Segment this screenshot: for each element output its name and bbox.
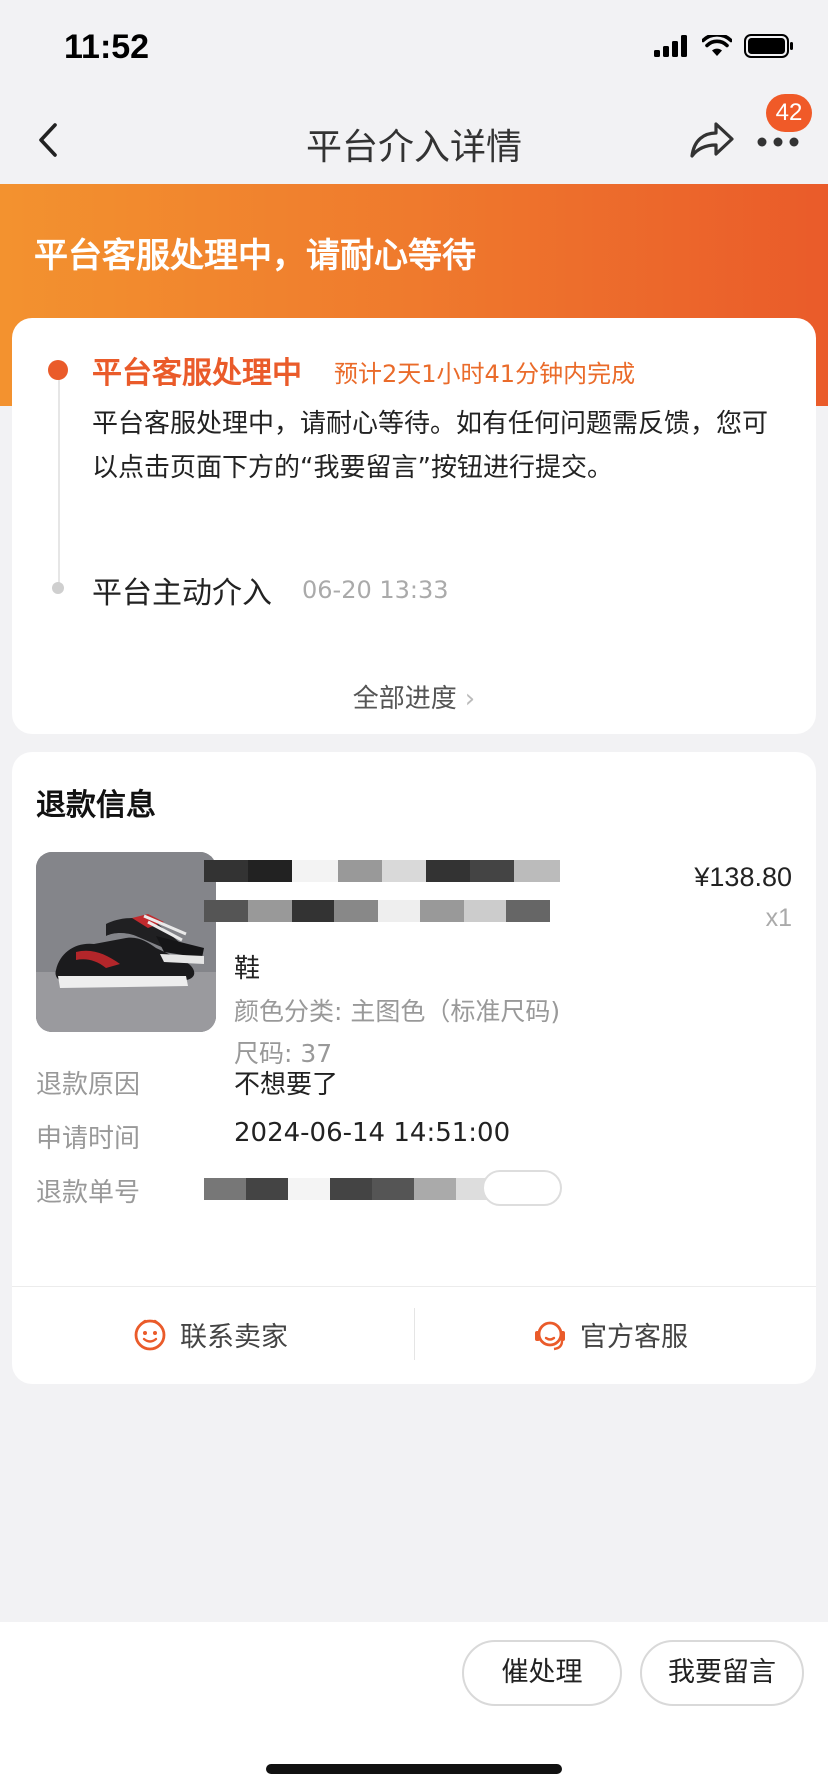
status-time: 11:52 bbox=[64, 28, 150, 66]
view-all-progress-label: 全部进度 bbox=[352, 684, 457, 714]
previous-step-title: 平台主动介入 bbox=[92, 576, 272, 611]
timeline-line bbox=[58, 366, 60, 586]
official-service-button[interactable]: 官方客服 bbox=[532, 1304, 688, 1364]
previous-step-time: 06-20 13:33 bbox=[302, 576, 449, 604]
redacted-refund-number bbox=[204, 1178, 504, 1200]
view-all-progress-link[interactable]: 全部进度 › bbox=[12, 678, 816, 715]
product-name: 鞋 bbox=[234, 954, 261, 984]
contact-seller-button[interactable]: 联系卖家 bbox=[132, 1304, 288, 1364]
action-divider bbox=[414, 1308, 415, 1360]
refund-info-card: 退款信息 鞋 颜色分类: 主图色（标准尺码) 尺码: 37 ¥138.80 x1… bbox=[12, 752, 816, 1384]
divider bbox=[12, 1286, 816, 1287]
contact-seller-label: 联系卖家 bbox=[180, 1321, 288, 1353]
banner-text: 平台客服处理中，请耐心等待 bbox=[34, 236, 476, 276]
copy-button[interactable] bbox=[482, 1170, 562, 1206]
redacted-product-title-line1 bbox=[204, 860, 560, 882]
signal-icon bbox=[654, 35, 687, 57]
timeline-dot-active bbox=[48, 360, 68, 380]
headset-icon bbox=[535, 1321, 565, 1351]
progress-card: 平台客服处理中 预计2天1小时41分钟内完成 平台客服处理中，请耐心等待。如有任… bbox=[12, 318, 816, 734]
sneaker-image bbox=[36, 852, 216, 1032]
nav-bar: 平台介入详情 bbox=[0, 96, 828, 184]
seller-face-icon bbox=[134, 1319, 166, 1351]
refund-number-label: 退款单号 bbox=[36, 1178, 141, 1208]
home-indicator bbox=[266, 1764, 562, 1774]
share-button[interactable] bbox=[686, 116, 738, 164]
product-spec: 颜色分类: 主图色（标准尺码) bbox=[234, 997, 561, 1026]
refund-reason-value: 不想要了 bbox=[234, 1070, 339, 1100]
leave-message-button[interactable]: 我要留言 bbox=[640, 1640, 804, 1706]
product-image[interactable] bbox=[36, 852, 216, 1032]
apply-time-value: 2024-06-14 14:51:00 bbox=[234, 1118, 511, 1148]
official-service-label: 官方客服 bbox=[580, 1321, 688, 1353]
product-quantity: x1 bbox=[765, 904, 792, 932]
current-step-title: 平台客服处理中 bbox=[92, 356, 302, 391]
refund-reason-label: 退款原因 bbox=[36, 1070, 141, 1100]
apply-time-label: 申请时间 bbox=[36, 1124, 141, 1154]
chevron-right-icon: › bbox=[464, 684, 476, 714]
product-price: ¥138.80 bbox=[694, 862, 792, 892]
wifi-icon bbox=[702, 35, 732, 56]
refund-info-title: 退款信息 bbox=[36, 788, 156, 823]
timeline-dot bbox=[52, 582, 64, 594]
current-step-description: 平台客服处理中，请耐心等待。如有任何问题需反馈，您可以点击页面下方的“我要留言”… bbox=[92, 409, 769, 483]
urge-button[interactable]: 催处理 bbox=[462, 1640, 622, 1706]
redacted-product-title-line2 bbox=[204, 900, 550, 922]
status-icons bbox=[654, 34, 794, 58]
battery-icon bbox=[744, 34, 793, 58]
bottom-action-bar: 催处理 我要留言 bbox=[0, 1622, 828, 1792]
message-count-badge: 42 bbox=[766, 94, 812, 132]
share-icon bbox=[690, 122, 734, 158]
status-bar: 11:52 bbox=[0, 0, 828, 96]
current-step-eta: 预计2天1小时41分钟内完成 bbox=[334, 360, 636, 388]
